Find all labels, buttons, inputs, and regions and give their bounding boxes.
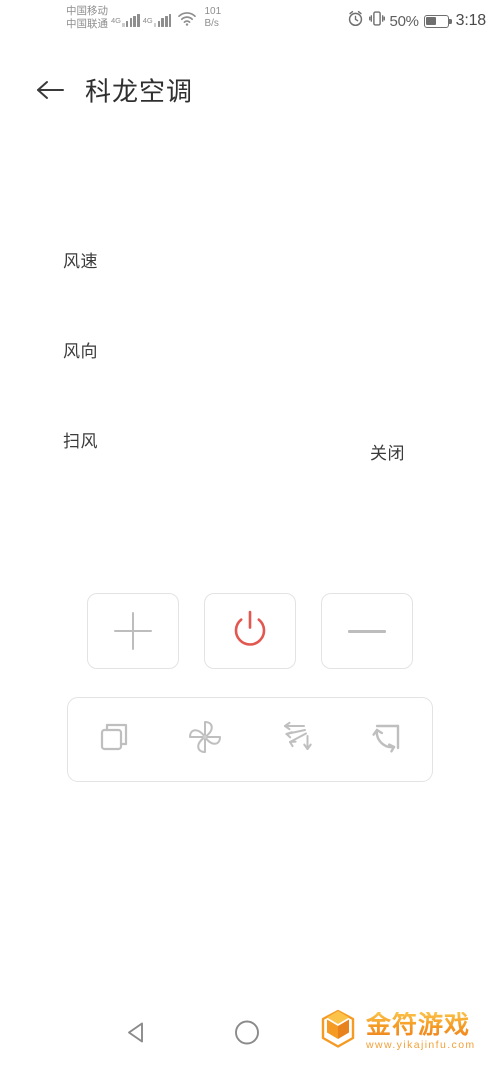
increase-button[interactable] (87, 593, 179, 669)
fan-pinwheel-icon (183, 715, 227, 764)
power-button[interactable] (204, 593, 296, 669)
app-screen: 中国移动 中国联通 4G 4G 101 B/s 50% 3:18 科龙空调 风速… (0, 0, 500, 1070)
power-icon (228, 607, 272, 656)
navigation-bar (0, 1000, 500, 1070)
mode-button-bar (67, 697, 433, 782)
control-button-row (0, 593, 500, 675)
swing-arrows-icon (274, 715, 318, 764)
nav-home-circle-icon[interactable] (233, 1019, 261, 1052)
mode-button[interactable] (79, 705, 149, 775)
nav-back-triangle-icon[interactable] (124, 1020, 150, 1051)
row-label-swing: 扫风 (63, 432, 98, 451)
loop-button[interactable] (352, 705, 422, 775)
fan-speed-button[interactable] (170, 705, 240, 775)
mode-squares-icon (93, 716, 135, 763)
row-label-fan-speed: 风速 (63, 252, 98, 271)
minus-icon (348, 612, 386, 650)
row-label-fan-direction: 风向 (63, 342, 98, 361)
row-value-swing[interactable]: 关闭 (370, 439, 405, 464)
decrease-button[interactable] (321, 593, 413, 669)
rotate-loop-icon (366, 716, 408, 763)
plus-icon (114, 612, 152, 650)
swing-button[interactable] (261, 705, 331, 775)
settings-list: 风速 风向 扫风 关闭 (0, 0, 500, 1070)
